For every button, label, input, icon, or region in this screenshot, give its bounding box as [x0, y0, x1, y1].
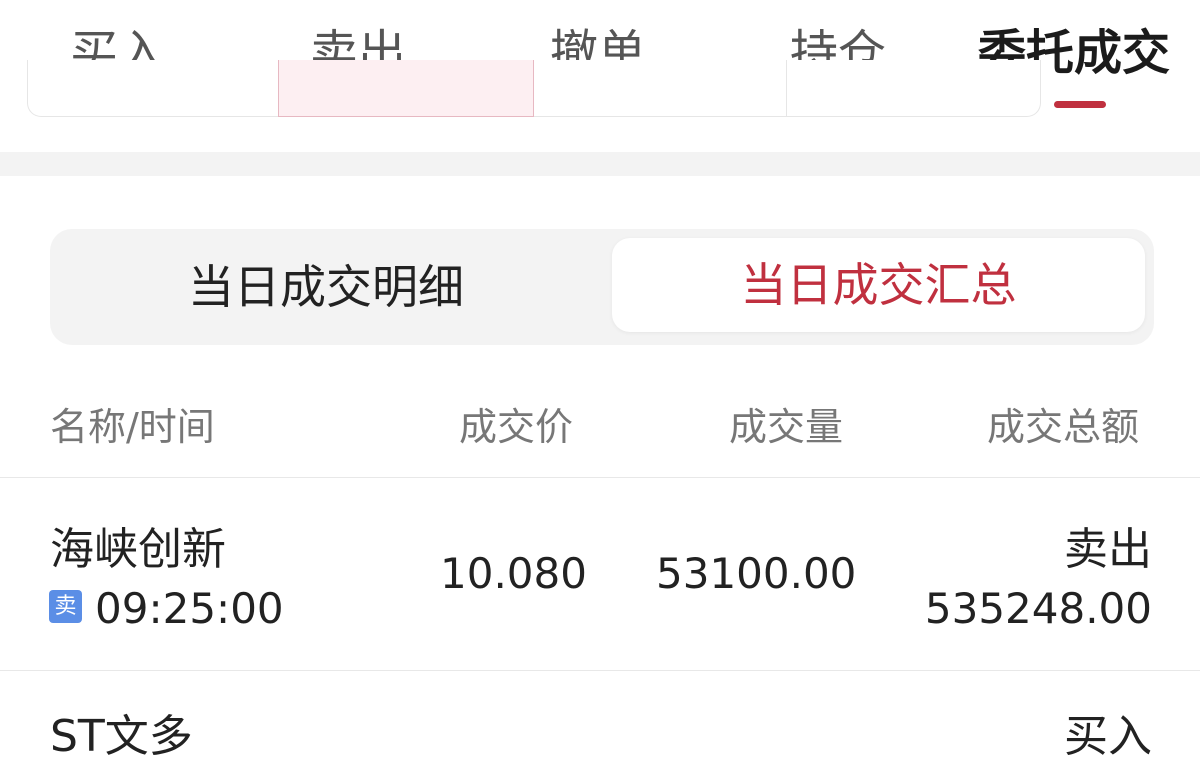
row-divider	[0, 670, 1200, 671]
scrolled-panel-edge	[27, 60, 1041, 117]
header-divider	[0, 477, 1200, 478]
scrolled-panel-highlight	[278, 60, 534, 117]
trade-view-switch: 当日成交明细 当日成交汇总	[50, 229, 1154, 345]
column-header-amount: 成交总额	[987, 405, 1140, 449]
trade-price: 10.080	[440, 549, 587, 598]
trade-time: 09:25:00	[95, 584, 284, 633]
trade-direction: 买入	[1064, 711, 1152, 762]
active-tab-indicator	[1054, 101, 1106, 108]
segment-daily-trade-detail[interactable]: 当日成交明细	[50, 229, 602, 345]
trade-direction: 卖出	[1064, 524, 1152, 575]
column-header-volume: 成交量	[729, 405, 844, 449]
stock-name: ST文多	[50, 711, 193, 762]
panel-divider	[786, 60, 787, 116]
column-header-price: 成交价	[459, 405, 574, 449]
section-divider	[0, 152, 1200, 176]
segment-daily-trade-summary[interactable]: 当日成交汇总	[612, 238, 1145, 332]
column-header-name-time: 名称/时间	[50, 405, 215, 449]
sell-badge: 卖	[49, 590, 82, 623]
stock-name: 海峡创新	[50, 524, 226, 575]
trade-amount: 535248.00	[924, 584, 1152, 633]
trade-volume: 53100.00	[656, 549, 857, 598]
